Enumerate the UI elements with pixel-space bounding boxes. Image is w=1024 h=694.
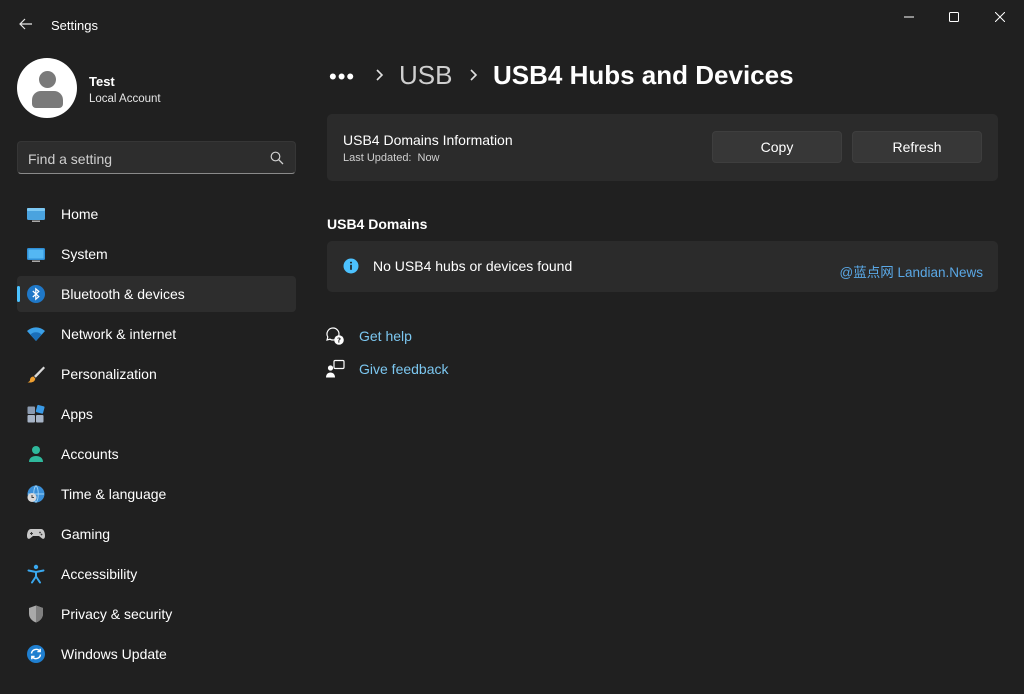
- sidebar-item-home[interactable]: Home: [17, 196, 296, 232]
- search-placeholder: Find a setting: [28, 151, 113, 167]
- title-bar: Settings: [0, 0, 1024, 48]
- sidebar-item-label: Network & internet: [61, 326, 177, 342]
- sidebar-item-bluetooth-devices[interactable]: Bluetooth & devices: [17, 276, 296, 312]
- user-profile[interactable]: Test Local Account: [17, 58, 297, 118]
- info-card-title: USB4 Domains Information: [343, 132, 513, 148]
- gamepad-icon: [27, 529, 45, 539]
- sidebar-item-privacy-security[interactable]: Privacy & security: [17, 596, 296, 632]
- close-icon: [995, 12, 1005, 22]
- sidebar-item-windows-update[interactable]: Windows Update: [17, 636, 296, 672]
- globe-clock-icon: [27, 485, 45, 503]
- sidebar-item-label: Apps: [61, 406, 93, 422]
- give-feedback-label: Give feedback: [359, 361, 449, 377]
- sidebar-item-label: System: [61, 246, 108, 262]
- app-title: Settings: [51, 18, 98, 33]
- get-help-icon: ?: [326, 327, 344, 345]
- sidebar-item-accounts[interactable]: Accounts: [17, 436, 296, 472]
- accessibility-icon: [27, 564, 45, 584]
- usb4-domains-info-card: USB4 Domains Information Last Updated: No…: [327, 114, 998, 181]
- breadcrumb-usb-link[interactable]: USB: [399, 60, 452, 91]
- back-arrow-icon: [19, 18, 32, 30]
- brush-icon: [27, 366, 45, 383]
- info-icon: [343, 258, 359, 274]
- sidebar-item-label: Privacy & security: [61, 606, 173, 622]
- bluetooth-icon: [27, 285, 45, 303]
- section-heading: USB4 Domains: [327, 216, 428, 232]
- sidebar-item-label: Windows Update: [61, 646, 167, 662]
- refresh-button[interactable]: Refresh: [852, 131, 982, 163]
- accounts-icon: [29, 446, 43, 462]
- minimize-button[interactable]: [886, 0, 932, 34]
- give-feedback-icon: [326, 359, 345, 378]
- sidebar-item-label: Gaming: [61, 526, 111, 542]
- apps-icon: [27, 404, 45, 423]
- sidebar-item-gaming[interactable]: Gaming: [17, 516, 296, 552]
- breadcrumb-overflow-button[interactable]: •••: [329, 64, 355, 90]
- copy-button[interactable]: Copy: [712, 131, 842, 163]
- sidebar-item-label: Accessibility: [61, 566, 138, 582]
- sidebar-item-label: Personalization: [61, 366, 157, 382]
- chevron-right-icon: [470, 69, 478, 81]
- sidebar-item-apps[interactable]: Apps: [17, 396, 296, 432]
- search-input[interactable]: Find a setting: [17, 141, 296, 174]
- home-icon: [27, 208, 45, 222]
- chevron-right-icon: [376, 69, 384, 81]
- sidebar-item-label: Home: [61, 206, 99, 222]
- watermark: @蓝点网 Landian.News: [839, 265, 983, 280]
- last-updated-label: Last Updated:: [343, 152, 412, 164]
- minimize-icon: [904, 16, 914, 18]
- sidebar-item-network[interactable]: Network & internet: [17, 316, 296, 352]
- update-icon: [27, 645, 45, 663]
- profile-account-type: Local Account: [89, 93, 161, 105]
- selection-indicator: [17, 286, 20, 302]
- close-button[interactable]: [977, 0, 1023, 34]
- sidebar-item-label: Bluetooth & devices: [61, 286, 185, 302]
- last-updated: Last Updated: Now: [343, 152, 446, 164]
- shield-icon: [29, 605, 43, 623]
- empty-message: No USB4 hubs or devices found: [373, 258, 573, 274]
- back-button[interactable]: [12, 10, 40, 38]
- avatar: [17, 58, 77, 118]
- last-updated-value: Now: [417, 152, 440, 164]
- sidebar-item-label: Accounts: [61, 446, 119, 462]
- search-icon: [270, 151, 284, 165]
- sidebar-item-accessibility[interactable]: Accessibility: [17, 556, 296, 592]
- wifi-icon: [27, 327, 45, 341]
- page-title: USB4 Hubs and Devices: [493, 60, 794, 90]
- no-devices-card: No USB4 hubs or devices found @蓝点网 Landi…: [327, 241, 998, 292]
- sidebar-item-personalization[interactable]: Personalization: [17, 356, 296, 392]
- profile-name: Test: [89, 74, 115, 89]
- sidebar-item-label: Time & language: [61, 486, 167, 502]
- system-icon: [27, 248, 45, 262]
- get-help-label: Get help: [359, 328, 412, 344]
- maximize-icon: [949, 12, 959, 22]
- maximize-button[interactable]: [931, 0, 977, 34]
- svg-text:?: ?: [337, 336, 341, 344]
- sidebar-item-system[interactable]: System: [17, 236, 296, 272]
- sidebar-item-time-language[interactable]: Time & language: [17, 476, 296, 512]
